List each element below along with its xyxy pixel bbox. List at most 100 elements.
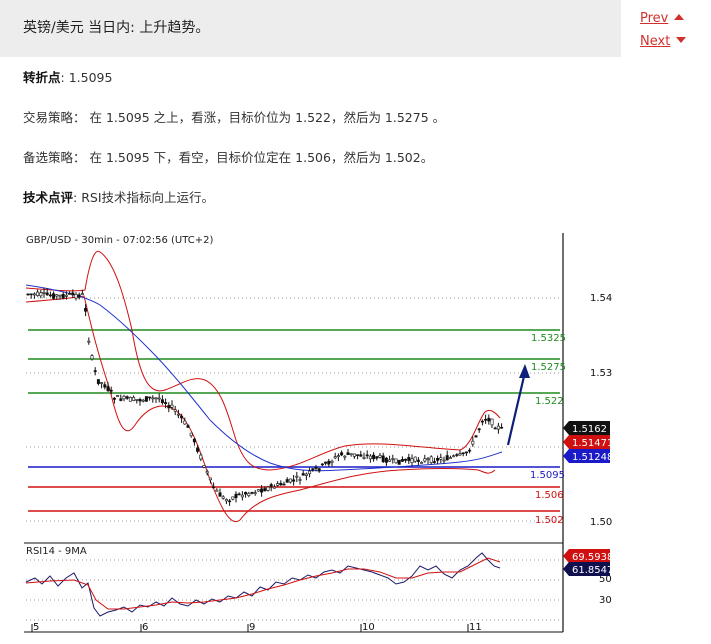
comment-label: 技术点评 bbox=[23, 190, 74, 205]
candle-body bbox=[490, 418, 494, 426]
candle-body bbox=[324, 461, 328, 464]
candle-body bbox=[157, 397, 161, 400]
candle-body bbox=[445, 455, 449, 461]
candle-body bbox=[484, 418, 488, 421]
candle-body bbox=[218, 492, 222, 497]
candle-body bbox=[493, 427, 497, 430]
candle-body bbox=[253, 492, 257, 494]
candle-body bbox=[397, 459, 401, 465]
candle-body bbox=[42, 292, 46, 294]
rsi-gridlines bbox=[26, 559, 560, 621]
candle-body bbox=[119, 398, 123, 401]
candle-body bbox=[442, 459, 446, 462]
candle-body bbox=[164, 402, 168, 404]
candle-body bbox=[199, 454, 203, 460]
candle-body bbox=[100, 382, 104, 384]
candle-body bbox=[420, 462, 424, 464]
x-tick-5: 11 bbox=[469, 622, 482, 633]
rsi-line bbox=[25, 552, 501, 617]
level-label-5: 1.506 bbox=[535, 490, 564, 501]
candle-body bbox=[288, 478, 292, 483]
rsi-title: RSI14 - 9MA bbox=[26, 546, 87, 557]
candle-body bbox=[391, 458, 395, 460]
candle-body bbox=[480, 420, 484, 423]
strategy-line: 交易策略： 在 1.5095 之上，看涨，目标价位为 1.522，然后为 1.5… bbox=[23, 107, 445, 126]
candle-body bbox=[311, 468, 315, 471]
candle-body bbox=[45, 292, 49, 296]
chart-title: GBP/USD - 30min - 07:02:56 (UTC+2) bbox=[26, 235, 213, 246]
candle-body bbox=[234, 493, 238, 498]
candle-body bbox=[362, 457, 366, 459]
candle-body bbox=[138, 399, 142, 402]
candle-body bbox=[301, 473, 305, 476]
candle-body bbox=[452, 455, 456, 458]
candle-body bbox=[112, 397, 116, 400]
candle-body bbox=[154, 397, 158, 400]
candle-body bbox=[48, 294, 52, 297]
candle-body bbox=[330, 460, 334, 463]
rsi-tick-2: 30 bbox=[599, 595, 612, 606]
candle-body bbox=[192, 438, 196, 443]
strategy-text: 在 1.5095 之上，看涨，目标价位为 1.522，然后为 1.5275 。 bbox=[89, 110, 446, 125]
candle-body bbox=[205, 471, 209, 474]
alt-strategy-label: 备选策略： bbox=[23, 150, 86, 165]
x-tick-4: 10 bbox=[362, 622, 375, 633]
candle-body bbox=[263, 488, 267, 492]
candle-body bbox=[292, 479, 296, 482]
candle-body bbox=[295, 475, 299, 478]
candle-body bbox=[74, 293, 78, 299]
price-badges: 1.5162 1.51471 1.51248 bbox=[563, 421, 613, 463]
candle-body bbox=[352, 453, 356, 457]
candle-body bbox=[381, 455, 385, 463]
candle-body bbox=[269, 484, 273, 487]
candle-body bbox=[260, 488, 264, 493]
candle-body bbox=[84, 307, 88, 312]
candle-body bbox=[400, 459, 404, 462]
candle-body bbox=[410, 458, 414, 463]
candle-body bbox=[276, 483, 280, 486]
candle-body bbox=[128, 397, 132, 402]
price-tick-2: 1.53 bbox=[590, 368, 612, 379]
candle-body bbox=[52, 293, 56, 299]
candle-body bbox=[122, 395, 126, 400]
strategy-label: 交易策略： bbox=[23, 110, 86, 125]
candle-body bbox=[436, 458, 440, 461]
candle-body bbox=[173, 409, 177, 412]
candle-body bbox=[468, 449, 472, 452]
candle-body bbox=[196, 447, 200, 452]
candle-body bbox=[215, 489, 219, 492]
candle-body bbox=[132, 397, 136, 401]
prev-link[interactable]: Prev bbox=[640, 11, 685, 26]
price-tick-3: 1.50 bbox=[590, 517, 612, 528]
arrow-down-icon bbox=[676, 37, 687, 43]
candle-body bbox=[404, 458, 408, 461]
candle-body bbox=[448, 457, 452, 459]
candle-body bbox=[500, 426, 504, 429]
candle-body bbox=[55, 294, 59, 297]
candle-body bbox=[349, 453, 353, 456]
candle-body bbox=[279, 482, 283, 486]
price-tick-1: 1.54 bbox=[590, 293, 612, 304]
candle-body bbox=[461, 452, 465, 455]
alt-strategy-text: 在 1.5095 下，看空，目标价位定在 1.506，然后为 1.502。 bbox=[89, 150, 434, 165]
candle-body bbox=[231, 496, 235, 500]
level-label-1: 1.5325 bbox=[531, 333, 566, 344]
candle-body bbox=[93, 370, 97, 372]
candle-body bbox=[183, 420, 187, 425]
next-link[interactable]: Next bbox=[640, 34, 687, 49]
x-tick-2: 6 bbox=[142, 622, 148, 633]
candle-body bbox=[336, 455, 340, 458]
candle-body bbox=[423, 458, 427, 462]
arrow-up-icon bbox=[674, 14, 685, 20]
candle-body bbox=[39, 292, 43, 297]
candle-body bbox=[464, 451, 468, 454]
candle-body bbox=[432, 461, 436, 463]
candle-body bbox=[237, 493, 241, 496]
candle-body bbox=[429, 456, 433, 463]
candle-body bbox=[64, 294, 68, 297]
candle-body bbox=[106, 386, 110, 391]
candle-body bbox=[77, 294, 81, 298]
candle-body bbox=[29, 293, 33, 296]
next-label: Next bbox=[640, 34, 671, 49]
candle-body bbox=[474, 435, 478, 438]
